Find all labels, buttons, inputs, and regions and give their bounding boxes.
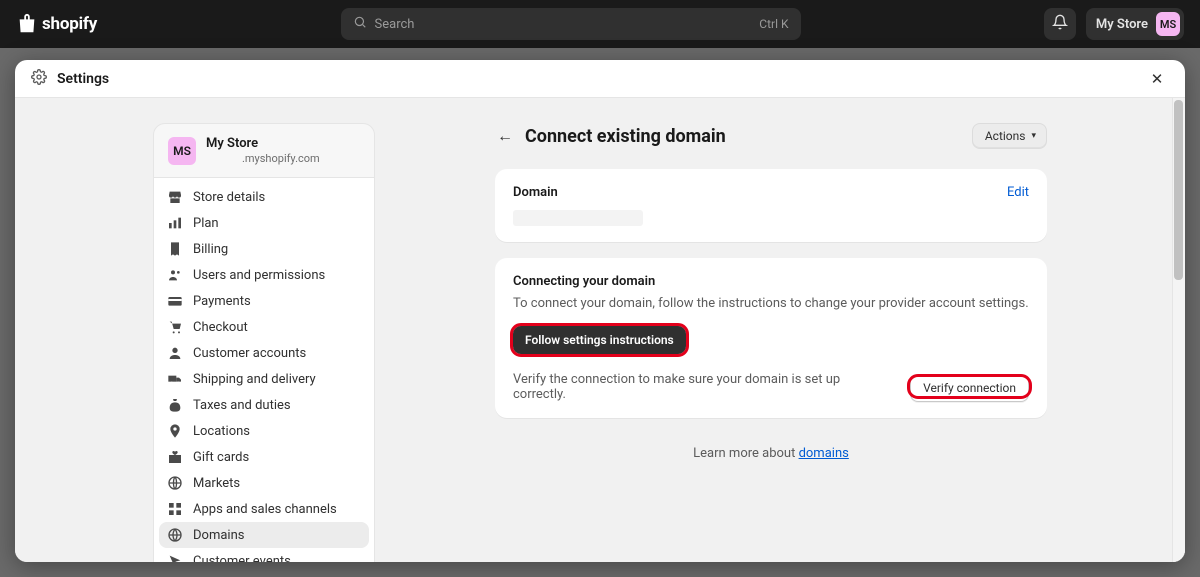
pin-icon	[167, 423, 183, 439]
back-button[interactable]: ←	[495, 126, 515, 146]
nav-taxes[interactable]: Taxes and duties	[159, 392, 369, 418]
settings-header: Settings ✕	[15, 60, 1185, 98]
nav-label: Gift cards	[193, 450, 249, 465]
nav-label: Domains	[193, 528, 244, 543]
gear-icon	[31, 69, 47, 89]
shopify-bag-icon	[16, 13, 38, 35]
follow-instructions-highlight: Follow settings instructions	[513, 326, 686, 354]
store-avatar: MS	[168, 137, 196, 165]
store-switcher[interactable]: My Store MS	[1086, 8, 1184, 40]
money-bag-icon	[167, 397, 183, 413]
store-icon	[167, 189, 183, 205]
chevron-down-icon: ▾	[1031, 131, 1036, 141]
domain-card: Domain Edit	[495, 169, 1047, 242]
nav-label: Store details	[193, 190, 265, 205]
person-icon	[167, 345, 183, 361]
gift-icon	[167, 449, 183, 465]
cursor-icon	[167, 553, 183, 562]
globe-icon	[167, 475, 183, 491]
follow-instructions-button[interactable]: Follow settings instructions	[513, 326, 686, 354]
nav-label: Checkout	[193, 320, 248, 335]
learn-more: Learn more about domains	[495, 446, 1047, 461]
close-button[interactable]: ✕	[1145, 67, 1169, 91]
shopify-logo[interactable]: shopify	[16, 13, 97, 35]
global-search[interactable]: Search Ctrl K	[341, 8, 801, 40]
users-icon	[167, 267, 183, 283]
close-icon: ✕	[1151, 70, 1164, 88]
nav-billing[interactable]: Billing	[159, 236, 369, 262]
connect-domain-card: Connecting your domain To connect your d…	[495, 258, 1047, 418]
nav-label: Markets	[193, 476, 240, 491]
search-shortcut: Ctrl K	[759, 17, 788, 31]
sidebar-store-domain-suffix: .myshopify.com	[206, 152, 320, 165]
domain-label: Domain	[513, 185, 558, 200]
settings-sidebar: MS My Store .myshopify.com Store details…	[153, 123, 375, 562]
nav-label: Plan	[193, 216, 219, 231]
nav-users[interactable]: Users and permissions	[159, 262, 369, 288]
page-title: Connect existing domain	[525, 126, 962, 147]
verify-text: Verify the connection to make sure your …	[513, 372, 894, 402]
chart-icon	[167, 215, 183, 231]
store-name: My Store	[1096, 17, 1148, 32]
actions-button[interactable]: Actions ▾	[972, 123, 1047, 149]
scrollbar-track[interactable]	[1172, 98, 1185, 562]
actions-label: Actions	[985, 129, 1026, 143]
nav-apps[interactable]: Apps and sales channels	[159, 496, 369, 522]
search-icon	[353, 15, 367, 33]
notifications-button[interactable]	[1044, 8, 1076, 40]
nav-label: Customer accounts	[193, 346, 306, 361]
learn-more-prefix: Learn more about	[693, 446, 798, 461]
nav-domains[interactable]: Domains	[159, 522, 369, 548]
search-placeholder: Search	[375, 17, 760, 32]
nav-locations[interactable]: Locations	[159, 418, 369, 444]
domain-icon	[167, 527, 183, 543]
scrollbar-thumb[interactable]	[1174, 100, 1183, 280]
verify-connection-highlight: Verify connection	[910, 377, 1029, 396]
nav-store-details[interactable]: Store details	[159, 184, 369, 210]
receipt-icon	[167, 241, 183, 257]
nav-payments[interactable]: Payments	[159, 288, 369, 314]
domain-value-redacted	[513, 210, 643, 226]
nav-label: Taxes and duties	[193, 398, 291, 413]
store-avatar: MS	[1156, 12, 1180, 36]
cart-icon	[167, 319, 183, 335]
nav-label: Apps and sales channels	[193, 502, 337, 517]
nav-shipping[interactable]: Shipping and delivery	[159, 366, 369, 392]
truck-icon	[167, 371, 183, 387]
nav-customer-events[interactable]: Customer events	[159, 548, 369, 562]
topbar: shopify Search Ctrl K My Store MS	[0, 0, 1200, 48]
arrow-left-icon: ←	[497, 126, 513, 146]
nav-checkout[interactable]: Checkout	[159, 314, 369, 340]
nav-label: Users and permissions	[193, 268, 325, 283]
settings-title: Settings	[57, 71, 109, 87]
sidebar-nav: Store details Plan Billing Users and per…	[153, 178, 375, 562]
bell-icon	[1052, 14, 1068, 34]
brand-name: shopify	[42, 14, 97, 34]
connect-instructions: To connect your domain, follow the instr…	[513, 295, 1029, 314]
main-content: ← Connect existing domain Actions ▾ Doma…	[375, 123, 1047, 562]
nav-gift-cards[interactable]: Gift cards	[159, 444, 369, 470]
nav-label: Payments	[193, 294, 251, 309]
connect-title: Connecting your domain	[513, 274, 1029, 289]
nav-label: Locations	[193, 424, 250, 439]
nav-label: Billing	[193, 242, 228, 257]
nav-plan[interactable]: Plan	[159, 210, 369, 236]
nav-label: Shipping and delivery	[193, 372, 316, 387]
edit-domain-link[interactable]: Edit	[1007, 185, 1029, 200]
card-icon	[167, 293, 183, 309]
nav-label: Customer events	[193, 554, 291, 563]
sidebar-store-header[interactable]: MS My Store .myshopify.com	[153, 123, 375, 178]
verify-connection-button[interactable]: Verify connection	[910, 374, 1029, 402]
settings-modal: Settings ✕ MS My Store .myshopify.com St…	[15, 60, 1185, 562]
nav-markets[interactable]: Markets	[159, 470, 369, 496]
nav-customer-accounts[interactable]: Customer accounts	[159, 340, 369, 366]
sidebar-store-name: My Store	[206, 136, 320, 151]
domains-doc-link[interactable]: domains	[799, 446, 849, 461]
apps-icon	[167, 501, 183, 517]
